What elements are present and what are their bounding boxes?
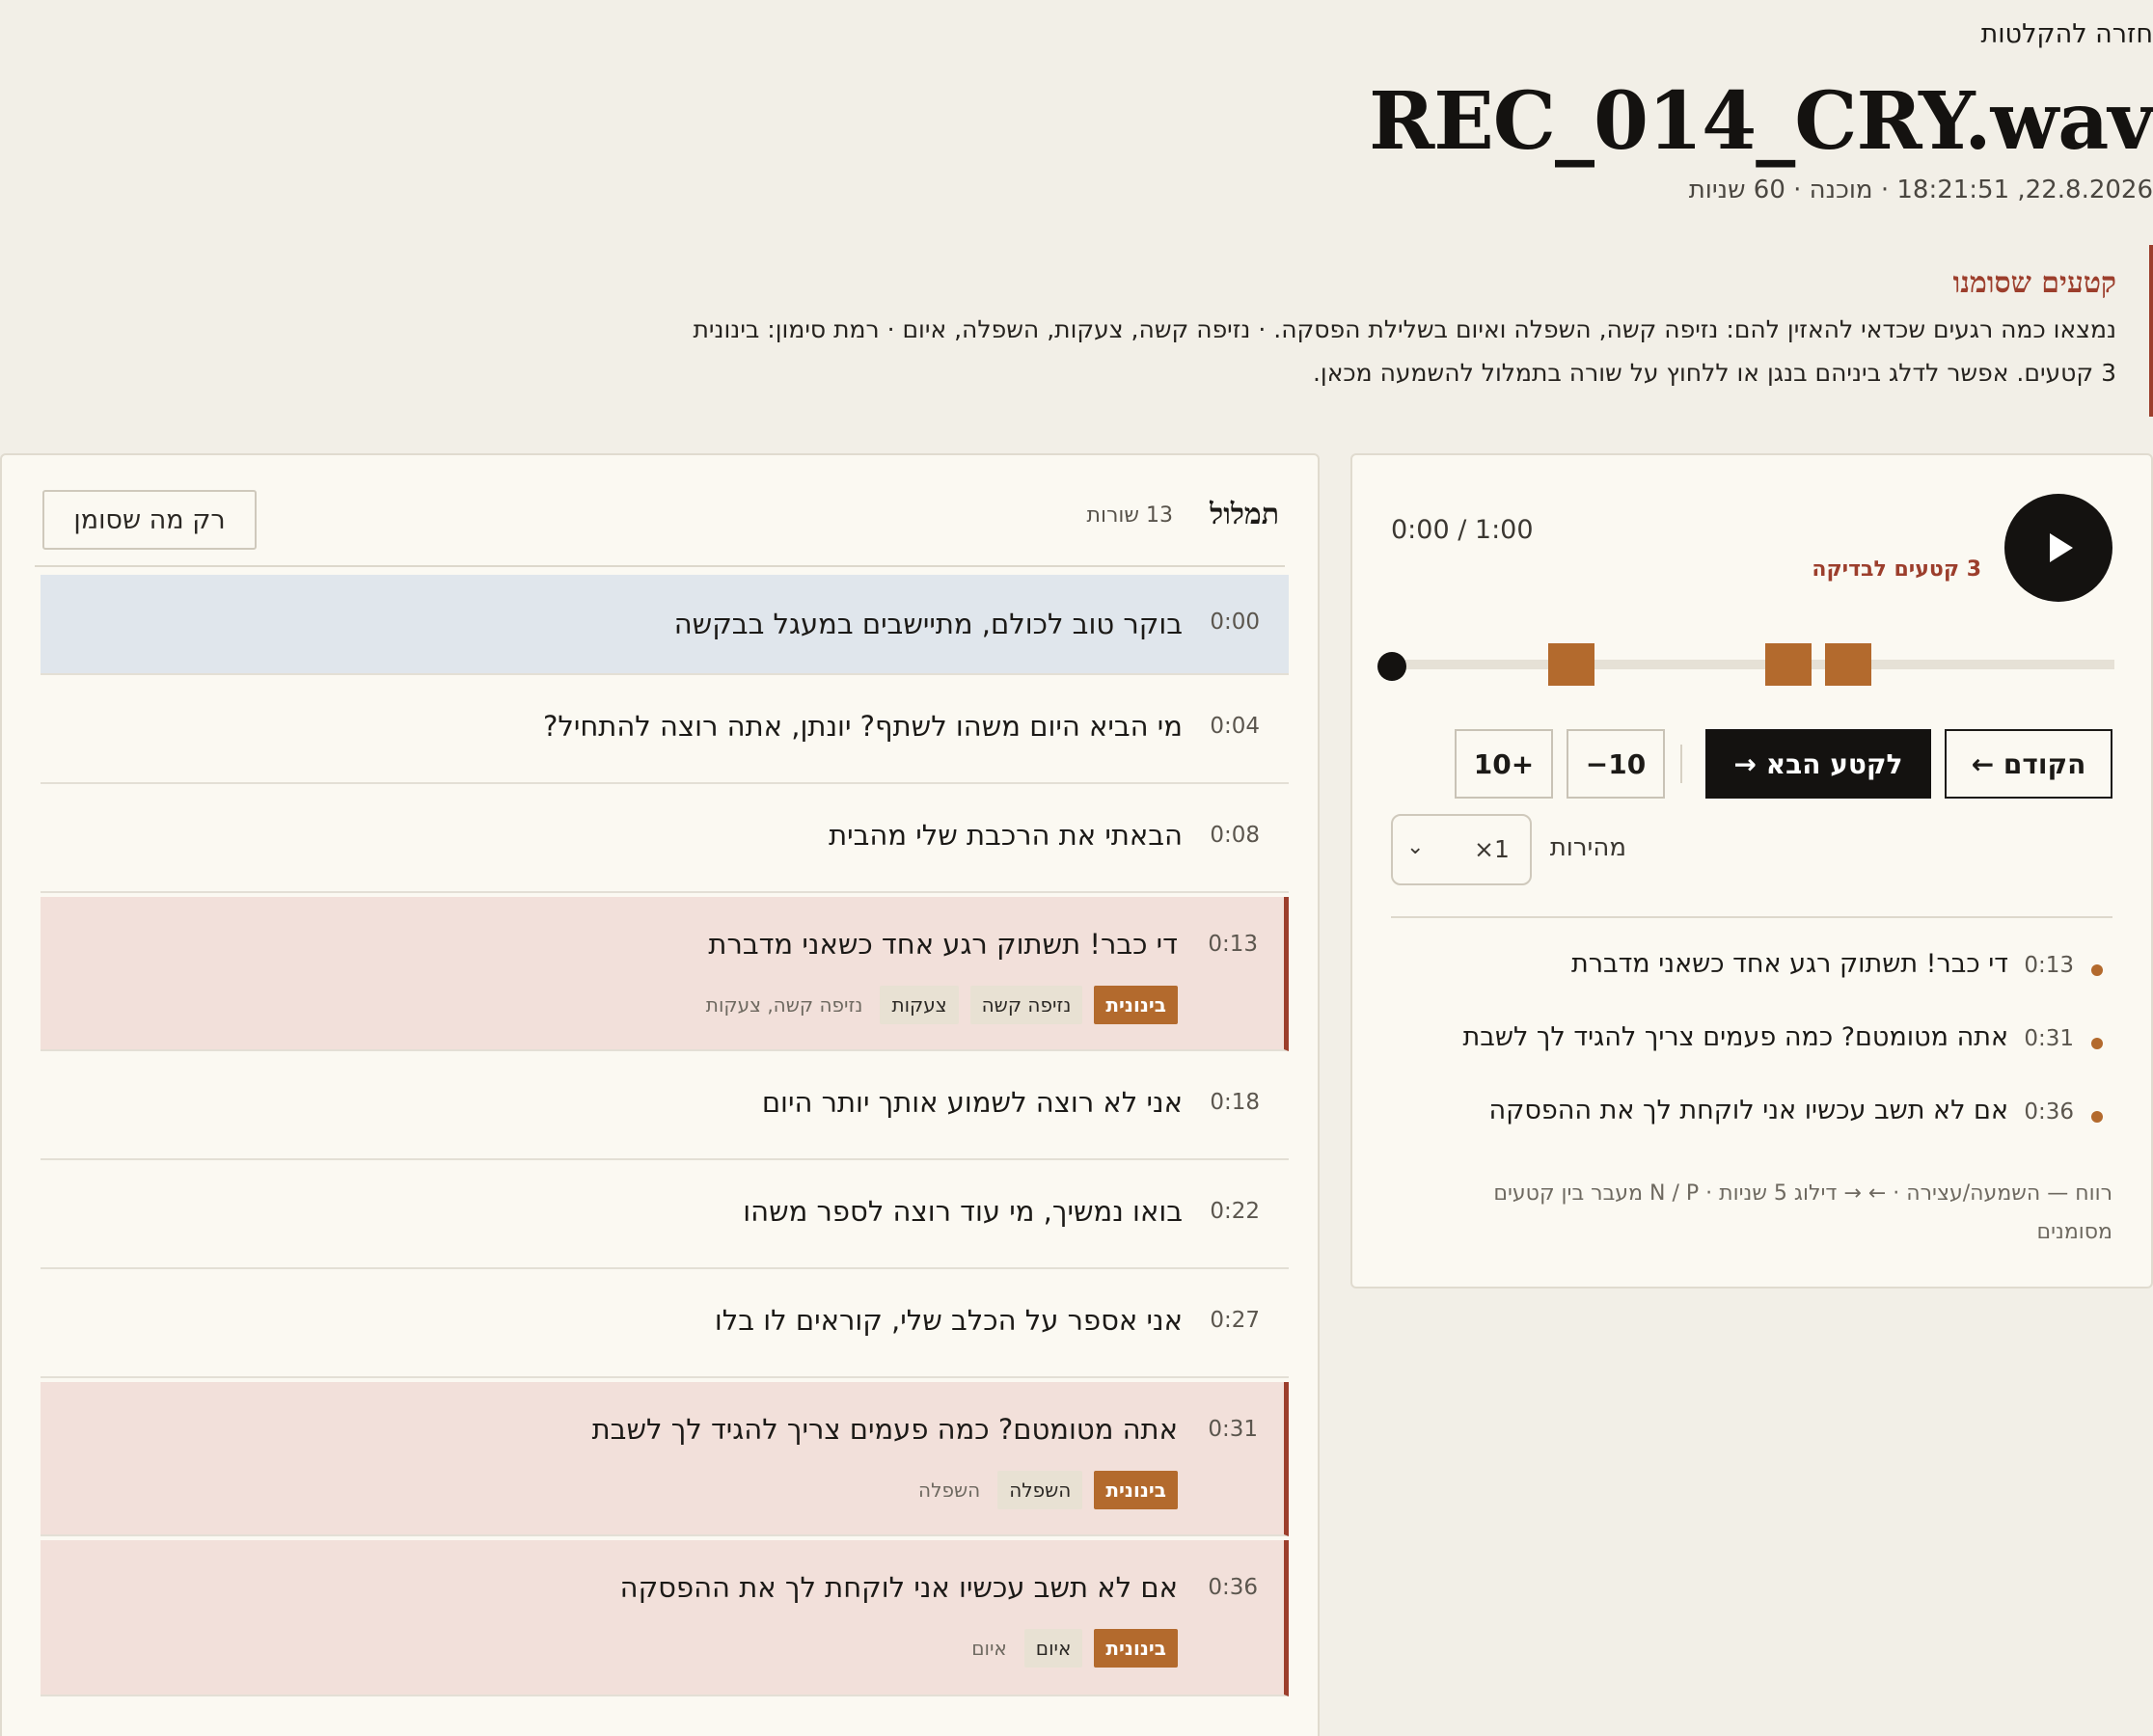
row-text: אני לא רוצה לשמוע אותך יותר היום — [761, 1086, 1183, 1119]
category-tag: איום — [1023, 1629, 1083, 1668]
notice-instructions: 3 קטעים. אפשר לדלג ביניהם בנגן או ללחוץ … — [1312, 359, 2116, 387]
transcript-row-flagged[interactable]: 0:31 אתה מטומטם? כמה פעמים צריך להגיד לך… — [41, 1382, 1289, 1536]
severity-badge: בינונית — [1094, 986, 1178, 1024]
flagged-notice: קטעים שסומנו נמצאו כמה רגעים שכדאי להאזי… — [610, 245, 2153, 417]
row-time: 0:13 — [1208, 932, 1258, 957]
category-tag: השפלה — [997, 1471, 1083, 1509]
transcript-row[interactable]: 0:27 אני אספר על הכלב שלי, קוראים לו בלו — [41, 1273, 1289, 1378]
transcript-row-flagged[interactable]: 0:36 אם לא תשב עכשיו אני לוקחת לך את ההפ… — [41, 1540, 1289, 1696]
back-to-recordings-link[interactable]: חזרה להקלטות — [1980, 19, 2153, 49]
row-time: 0:22 — [1210, 1199, 1260, 1224]
recording-filename: REC_014_CRY.wav — [1369, 75, 2153, 168]
audio-player: 3 קטעים לבדיקה 0:00 / 1:00 הקודם ← לקטע … — [1350, 453, 2153, 1288]
row-text: בואו נמשיך, מי עוד רוצה לספר משהו — [743, 1195, 1183, 1228]
category-tag: צעקות — [880, 986, 959, 1024]
chevron-down-icon: ⌄ — [1406, 835, 1425, 859]
transcript-line-count: 13 שורות — [1086, 503, 1173, 528]
clip-dot-icon — [2091, 1038, 2103, 1049]
row-time: 0:31 — [1208, 1417, 1258, 1442]
player-divider — [1391, 916, 2112, 918]
notice-summary: נמצאו כמה רגעים שכדאי להאזין להם: נזיפה … — [693, 315, 2116, 343]
transcript-row-flagged[interactable]: 0:13 די כבר! תשתוק רגע אחד כשאני מדברת ב… — [41, 897, 1289, 1051]
row-text: מי הביא היום משהו לשתף? יונתן, אתה רוצה … — [543, 710, 1183, 743]
clip-time: 0:36 — [2024, 1099, 2074, 1125]
keyboard-hint: רווח — השמעה/עצירה · ← → דילוג 5 שניות ·… — [1493, 1181, 2112, 1244]
transcript-title: תמלול — [1210, 498, 1279, 531]
transcript-rows: 0:00 בוקר טוב לכולם, מתיישבים במעגל בבקש… — [41, 575, 1289, 1700]
transcript-row[interactable]: 0:18 אני לא רוצה לשמוע אותך יותר היום — [41, 1055, 1289, 1160]
row-text: די כבר! תשתוק רגע אחד כשאני מדברת — [708, 928, 1178, 961]
flagged-count: 3 קטעים לבדיקה — [1812, 557, 1981, 582]
row-tags: בינונית איום איום — [971, 1629, 1178, 1668]
flagged-segment-marker[interactable] — [1825, 643, 1871, 686]
skip-back-10-button[interactable]: 10− — [1567, 729, 1665, 799]
row-tags: בינונית השפלה השפלה — [918, 1471, 1178, 1509]
clip-item[interactable]: 0:13 די כבר! תשתוק רגע אחד כשאני מדברת — [1379, 943, 2112, 1017]
clip-time: 0:31 — [2024, 1026, 2074, 1051]
row-text: אם לא תשב עכשיו אני לוקחת לך את ההפסקה — [619, 1571, 1178, 1604]
tag-note: השפלה — [918, 1478, 981, 1502]
row-time: 0:36 — [1208, 1575, 1258, 1600]
row-text: בוקר טוב לכולם, מתיישבים במעגל בבקשה — [673, 608, 1183, 640]
clip-time: 0:13 — [2024, 953, 2074, 978]
transcript-row[interactable]: 0:04 מי הביא היום משהו לשתף? יונתן, אתה … — [41, 679, 1289, 784]
row-time: 0:18 — [1210, 1090, 1260, 1115]
severity-badge: בינונית — [1094, 1629, 1178, 1668]
recording-meta: 22.8.2026, 18:21:51 · מוכנה · 60 שניות — [1688, 176, 2153, 204]
play-button[interactable] — [2004, 494, 2112, 602]
controls-divider — [1680, 745, 1682, 783]
flagged-clip-list: 0:13 די כבר! תשתוק רגע אחד כשאני מדברת 0… — [1379, 943, 2112, 1163]
row-text: אני אספר על הכלב שלי, קוראים לו בלו — [714, 1304, 1183, 1337]
clip-text: אתה מטומטם? כמה פעמים צריך להגיד לך לשבת — [1462, 1022, 2008, 1052]
clip-item[interactable]: 0:36 אם לא תשב עכשיו אני לוקחת לך את ההפ… — [1379, 1090, 2112, 1163]
transcript-row[interactable]: 0:00 בוקר טוב לכולם, מתיישבים במעגל בבקש… — [41, 575, 1289, 675]
row-tags: בינונית נזיפה קשה צעקות נזיפה קשה, צעקות — [706, 986, 1178, 1024]
clip-dot-icon — [2091, 1111, 2103, 1123]
notice-title: קטעים שסומנו — [1952, 266, 2116, 300]
row-time: 0:08 — [1210, 823, 1260, 848]
severity-badge: בינונית — [1094, 1471, 1178, 1509]
clip-item[interactable]: 0:31 אתה מטומטם? כמה פעמים צריך להגיד לך… — [1379, 1017, 2112, 1090]
skip-forward-10-button[interactable]: +10 — [1455, 729, 1553, 799]
flagged-segment-marker[interactable] — [1764, 643, 1812, 686]
timeline-track — [1391, 660, 2114, 669]
speed-label: מהירות — [1549, 833, 1626, 862]
time-readout: 0:00 / 1:00 — [1391, 515, 1534, 545]
playhead-handle[interactable] — [1377, 652, 1406, 681]
row-time: 0:27 — [1210, 1308, 1260, 1333]
transcript-panel: תמלול 13 שורות רק מה שסומן 0:00 בוקר טוב… — [0, 453, 1320, 1736]
clip-text: די כבר! תשתוק רגע אחד כשאני מדברת — [1570, 949, 2008, 979]
tag-note: נזיפה קשה, צעקות — [705, 993, 863, 1017]
speed-value: ×1 — [1474, 835, 1510, 863]
flagged-only-filter-button[interactable]: רק מה שסומן — [42, 490, 257, 550]
row-time: 0:04 — [1210, 714, 1260, 739]
next-clip-button[interactable]: לקטע הבא → — [1705, 729, 1931, 799]
previous-clip-button[interactable]: הקודם ← — [1945, 729, 2112, 799]
flagged-segment-marker[interactable] — [1547, 643, 1594, 686]
speed-select[interactable]: ×1 ⌄ — [1391, 814, 1532, 885]
tag-note: איום — [971, 1637, 1007, 1660]
row-text: אתה מטומטם? כמה פעמים צריך להגיד לך לשבת — [591, 1413, 1178, 1446]
clip-dot-icon — [2091, 964, 2103, 976]
clip-text: אם לא תשב עכשיו אני לוקחת לך את ההפסקה — [1488, 1096, 2008, 1126]
transcript-divider — [35, 565, 1285, 567]
row-time: 0:00 — [1210, 610, 1260, 635]
category-tag: נזיפה קשה — [969, 986, 1083, 1024]
transcript-header: תמלול 13 שורות רק מה שסומן — [41, 490, 1279, 552]
transcript-row[interactable]: 0:08 הבאתי את הרכבת שלי מהבית — [41, 788, 1289, 893]
transcript-row[interactable]: 0:22 בואו נמשיך, מי עוד רוצה לספר משהו — [41, 1164, 1289, 1269]
play-icon — [2050, 533, 2073, 562]
row-text: הבאתי את הרכבת שלי מהבית — [829, 819, 1183, 852]
timeline-scrubber[interactable] — [1377, 640, 2114, 689]
